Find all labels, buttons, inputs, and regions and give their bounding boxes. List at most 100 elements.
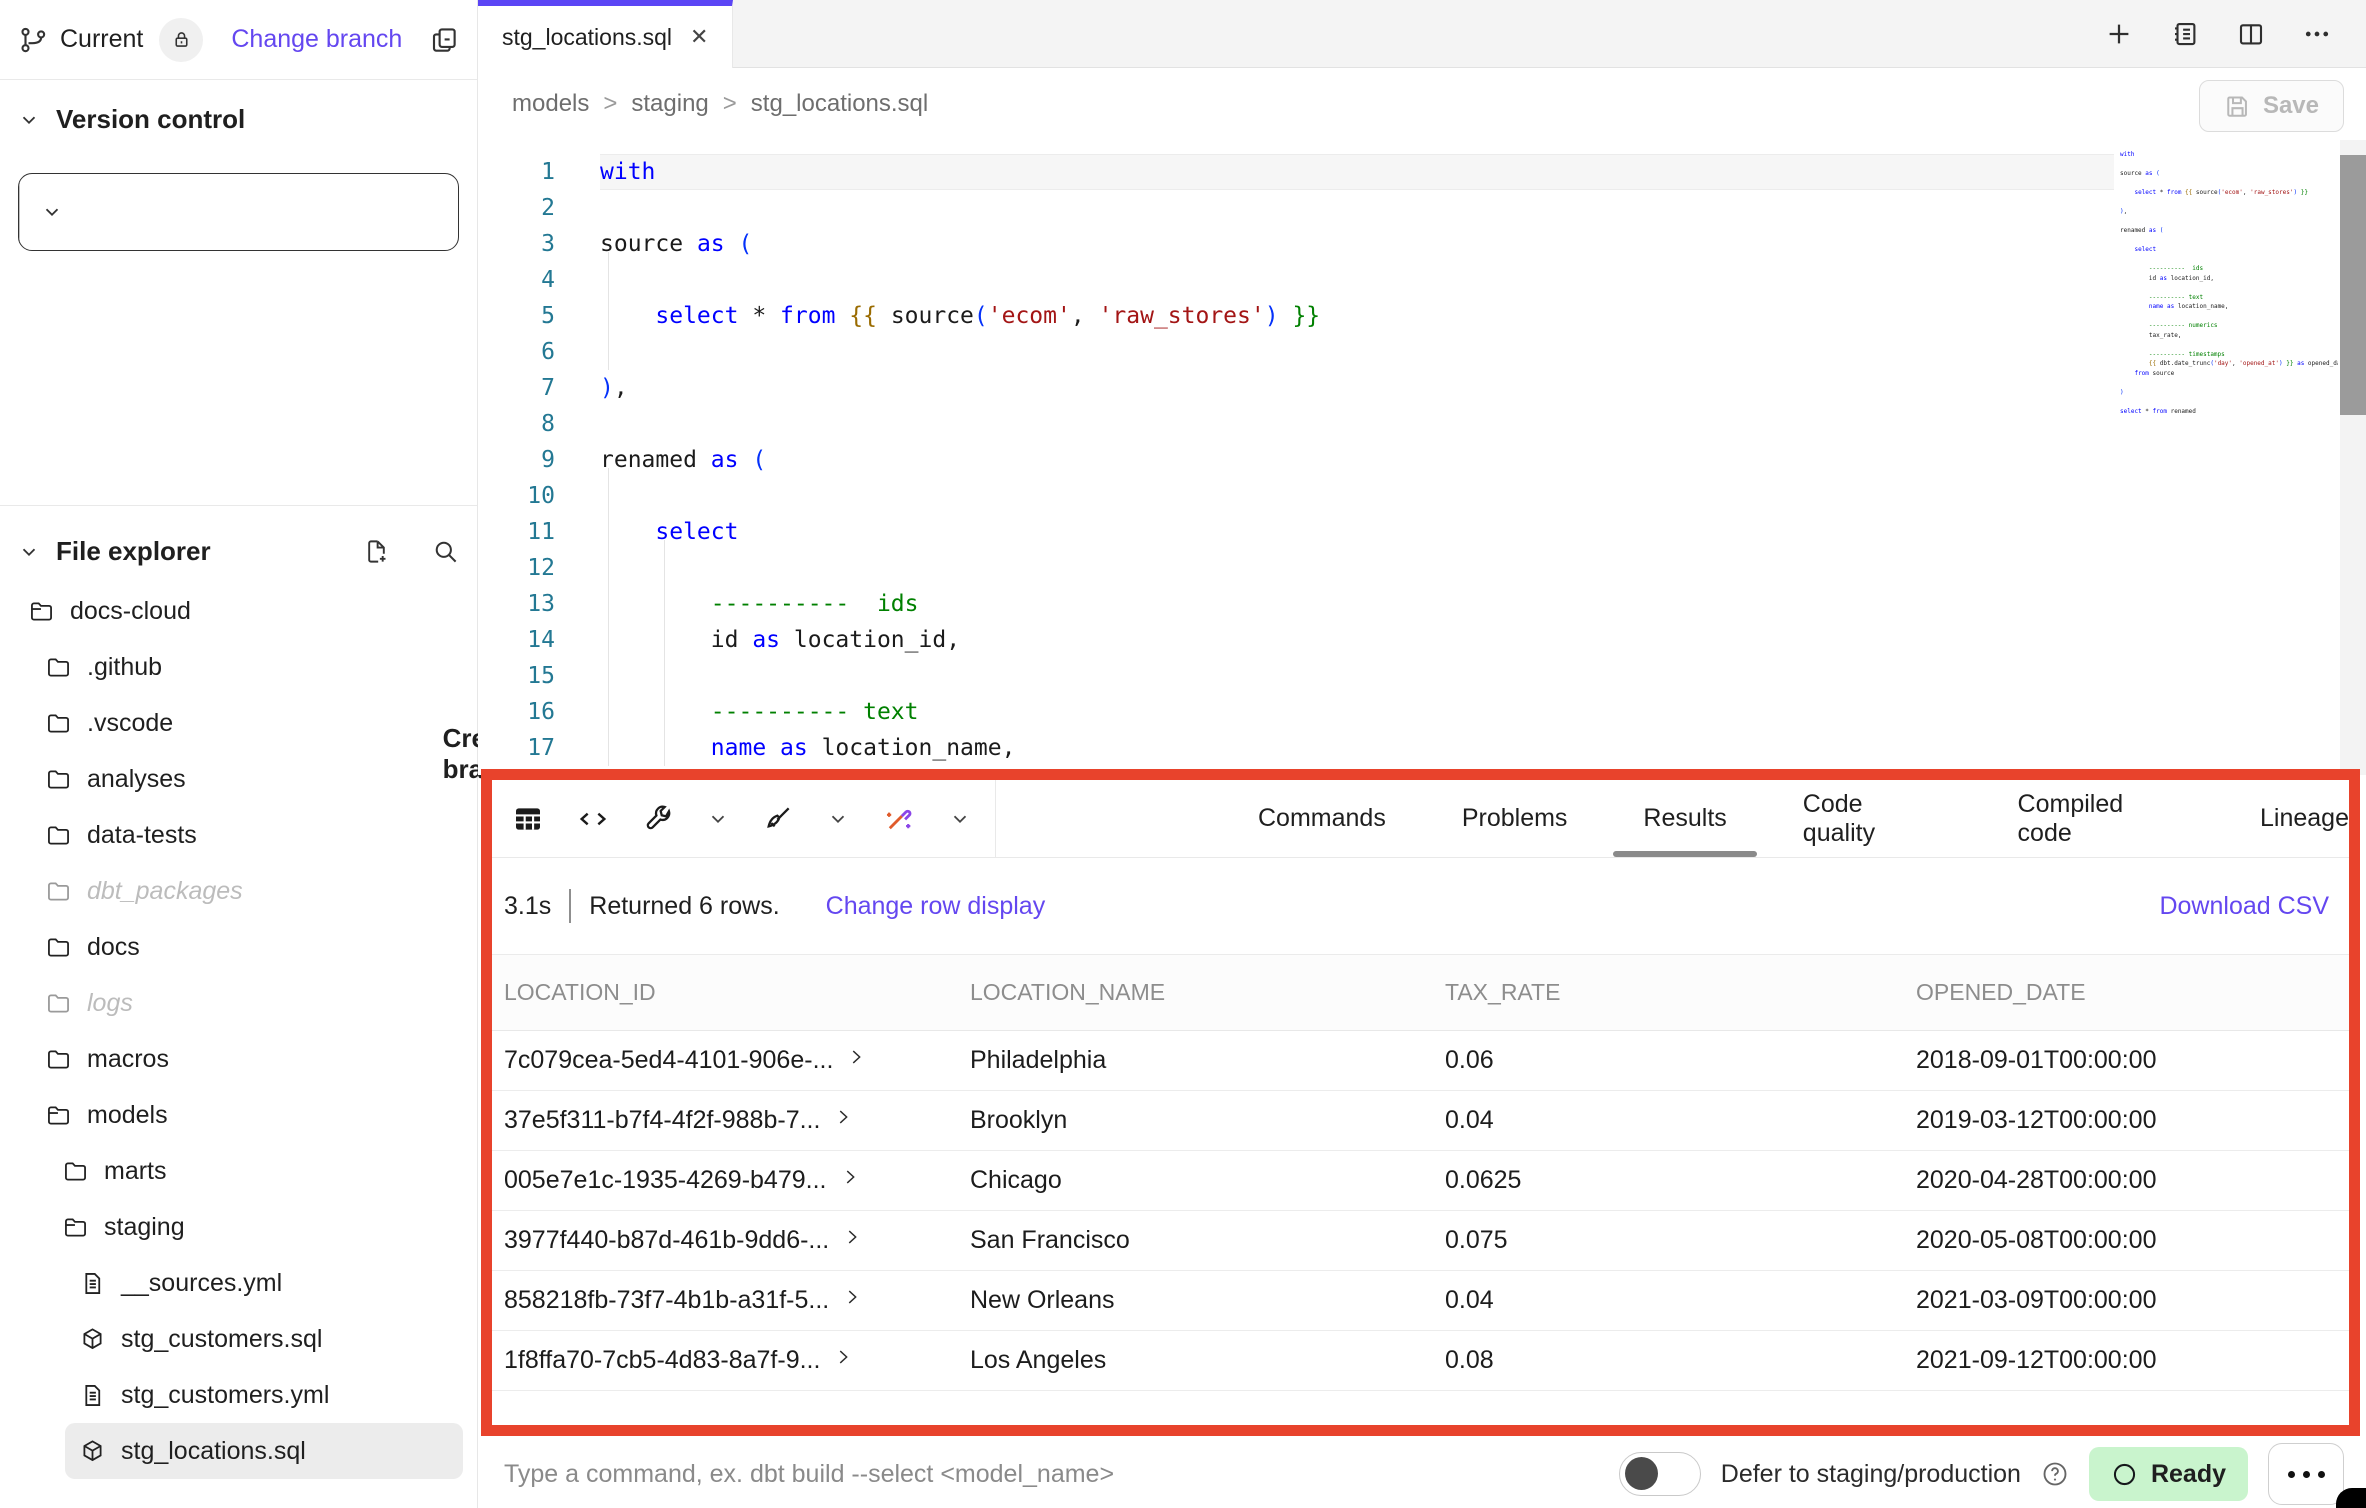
code-line-5[interactable]: 5 select * from {{ source('ecom', 'raw_s… bbox=[478, 298, 2366, 334]
lint-broom-icon[interactable] bbox=[762, 803, 794, 835]
build-wrench-icon[interactable] bbox=[642, 803, 674, 835]
ai-fix-wand-icon[interactable] bbox=[882, 802, 916, 836]
code-line-15[interactable]: 15 bbox=[478, 658, 2366, 694]
expand-chevron-icon[interactable] bbox=[841, 1286, 863, 1308]
minimap[interactable]: withsource as ( select * from {{ source(… bbox=[2120, 150, 2338, 416]
breadcrumb: models>staging>stg_locations.sql bbox=[478, 90, 928, 118]
tree-item-staging[interactable]: staging bbox=[48, 1199, 463, 1255]
results-tab-compiled-code[interactable]: Compiled code bbox=[2018, 780, 2184, 857]
code-line-7[interactable]: 7), bbox=[478, 370, 2366, 406]
minimap-line: ), bbox=[2120, 207, 2338, 217]
file-icon bbox=[79, 1382, 106, 1409]
tree-item-docs-cloud[interactable]: docs-cloud bbox=[14, 583, 463, 639]
code-line-13[interactable]: 13 ---------- ids bbox=[478, 586, 2366, 622]
results-tab-problems[interactable]: Problems bbox=[1462, 780, 1568, 857]
tree-item--sources-yml[interactable]: __sources.yml bbox=[65, 1255, 463, 1311]
tree-item-label: stg_customers.sql bbox=[121, 1325, 322, 1354]
main-area: stg_locations.sql ✕ models>staging>stg_l… bbox=[478, 0, 2366, 1508]
chevron-down-icon[interactable] bbox=[827, 808, 849, 830]
code-line-10[interactable]: 10 bbox=[478, 478, 2366, 514]
copy-icon[interactable] bbox=[429, 25, 459, 55]
editor-scrollbar[interactable] bbox=[2340, 140, 2366, 775]
tree-item--github[interactable]: .github bbox=[31, 639, 463, 695]
code-line-14[interactable]: 14 id as location_id, bbox=[478, 622, 2366, 658]
column-header[interactable]: LOCATION_NAME bbox=[970, 979, 1445, 1006]
tree-item-docs[interactable]: docs bbox=[31, 919, 463, 975]
code-line-11[interactable]: 11 select bbox=[478, 514, 2366, 550]
line-content: name as location_name, bbox=[600, 730, 2114, 766]
line-number: 8 bbox=[478, 406, 600, 442]
version-control-header[interactable]: Version control bbox=[18, 104, 459, 135]
results-tab-commands[interactable]: Commands bbox=[1258, 780, 1386, 857]
results-tab-code-quality[interactable]: Code quality bbox=[1803, 780, 1942, 857]
tree-item-logs[interactable]: logs bbox=[31, 975, 463, 1031]
search-icon[interactable] bbox=[432, 538, 459, 565]
create-branch-dropdown[interactable] bbox=[19, 174, 83, 250]
line-content bbox=[600, 334, 2114, 370]
results-tab-lineage[interactable]: Lineage bbox=[2260, 780, 2349, 857]
close-tab-icon[interactable]: ✕ bbox=[690, 26, 708, 48]
code-line-9[interactable]: 9renamed as ( bbox=[478, 442, 2366, 478]
preview-table-icon[interactable] bbox=[512, 803, 544, 835]
tree-item-stg-customers-yml[interactable]: stg_customers.yml bbox=[65, 1367, 463, 1423]
expand-chevron-icon[interactable] bbox=[845, 1046, 867, 1068]
expand-chevron-icon[interactable] bbox=[839, 1166, 861, 1188]
tree-item-analyses[interactable]: analyses bbox=[31, 751, 463, 807]
help-icon[interactable] bbox=[2041, 1460, 2069, 1488]
plus-icon[interactable] bbox=[2104, 19, 2134, 49]
new-file-icon[interactable] bbox=[363, 538, 390, 565]
code-line-6[interactable]: 6 bbox=[478, 334, 2366, 370]
download-csv-link[interactable]: Download CSV bbox=[2159, 892, 2329, 921]
results-tab-results[interactable]: Results bbox=[1643, 780, 1726, 857]
tree-item-models[interactable]: models bbox=[31, 1087, 463, 1143]
tree-item-marts[interactable]: marts bbox=[48, 1143, 463, 1199]
tree-item-data-tests[interactable]: data-tests bbox=[31, 807, 463, 863]
breadcrumb-item[interactable]: models bbox=[512, 90, 589, 118]
chevron-down-icon[interactable] bbox=[707, 808, 729, 830]
code-line-1[interactable]: 1with bbox=[478, 154, 2366, 190]
compile-code-icon[interactable] bbox=[577, 803, 609, 835]
tree-item-label: .vscode bbox=[87, 709, 173, 738]
change-row-display-link[interactable]: Change row display bbox=[826, 892, 1046, 921]
column-header[interactable]: LOCATION_ID bbox=[504, 979, 970, 1006]
column-header[interactable]: OPENED_DATE bbox=[1916, 979, 2349, 1006]
code-editor[interactable]: 1with23source as (45 select * from {{ so… bbox=[478, 140, 2366, 775]
notebook-icon[interactable] bbox=[2170, 19, 2200, 49]
folder-icon bbox=[45, 934, 72, 961]
status-badge[interactable]: Ready bbox=[2089, 1447, 2248, 1501]
chevron-down-icon[interactable] bbox=[949, 808, 971, 830]
code-line-16[interactable]: 16 ---------- text bbox=[478, 694, 2366, 730]
defer-toggle[interactable] bbox=[1619, 1452, 1701, 1496]
more-options-button[interactable] bbox=[2268, 1443, 2344, 1505]
minimap-line bbox=[2120, 378, 2338, 388]
scrollbar-thumb[interactable] bbox=[2340, 155, 2366, 415]
change-branch-link[interactable]: Change branch bbox=[231, 25, 402, 54]
cell-value: San Francisco bbox=[970, 1226, 1130, 1254]
cell: San Francisco bbox=[970, 1226, 1445, 1255]
split-view-icon[interactable] bbox=[2236, 19, 2266, 49]
expand-chevron-icon[interactable] bbox=[841, 1226, 863, 1248]
ellipsis-icon[interactable] bbox=[2302, 19, 2332, 49]
tab-stg-locations[interactable]: stg_locations.sql ✕ bbox=[478, 0, 733, 68]
code-line-17[interactable]: 17 name as location_name, bbox=[478, 730, 2366, 766]
folder-icon bbox=[45, 710, 72, 737]
code-line-2[interactable]: 2 bbox=[478, 190, 2366, 226]
code-line-8[interactable]: 8 bbox=[478, 406, 2366, 442]
column-header[interactable]: TAX_RATE bbox=[1445, 979, 1916, 1006]
tree-item-stg-customers-sql[interactable]: stg_customers.sql bbox=[65, 1311, 463, 1367]
code-line-3[interactable]: 3source as ( bbox=[478, 226, 2366, 262]
expand-chevron-icon[interactable] bbox=[832, 1106, 854, 1128]
code-line-4[interactable]: 4 bbox=[478, 262, 2366, 298]
breadcrumb-item[interactable]: stg_locations.sql bbox=[751, 90, 928, 118]
code-line-12[interactable]: 12 bbox=[478, 550, 2366, 586]
command-input[interactable]: Type a command, ex. dbt build --select <… bbox=[478, 1460, 1114, 1489]
tree-item--vscode[interactable]: .vscode bbox=[31, 695, 463, 751]
expand-chevron-icon[interactable] bbox=[832, 1346, 854, 1368]
tree-item-macros[interactable]: macros bbox=[31, 1031, 463, 1087]
tree-item-stg-locations-sql[interactable]: stg_locations.sql bbox=[65, 1423, 463, 1479]
cell: Brooklyn bbox=[970, 1106, 1445, 1135]
tree-item-dbt-packages[interactable]: dbt_packages bbox=[31, 863, 463, 919]
save-button[interactable]: Save bbox=[2199, 80, 2344, 132]
file-explorer-header[interactable]: File explorer bbox=[0, 528, 477, 583]
breadcrumb-item[interactable]: staging bbox=[631, 90, 708, 118]
